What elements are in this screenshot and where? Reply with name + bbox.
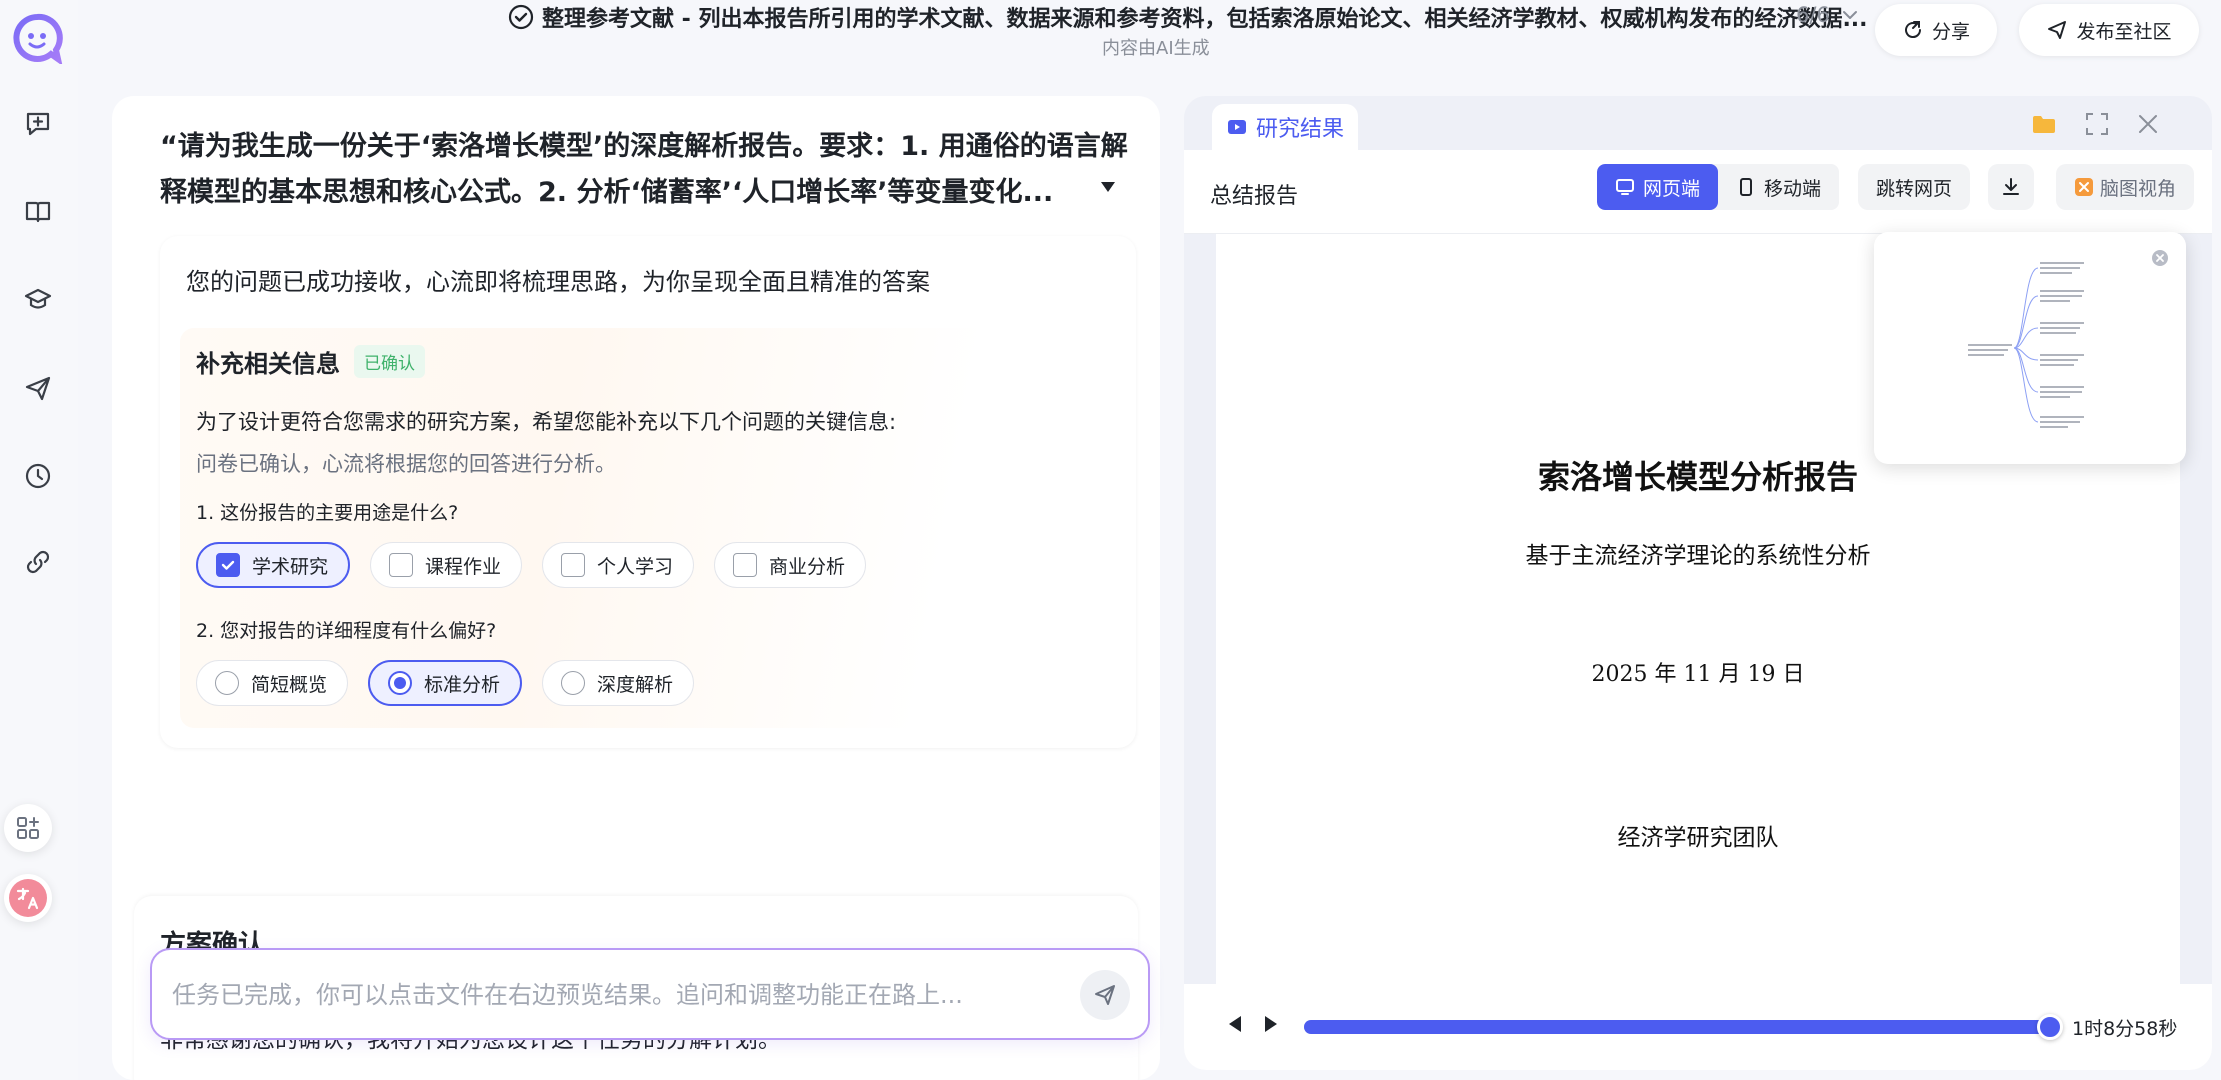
checkbox-icon[interactable] (389, 553, 414, 577)
link-icon[interactable] (18, 542, 58, 582)
download-button[interactable] (1988, 164, 2034, 210)
chat-input[interactable] (172, 974, 1052, 1016)
question-1-label: 1. 这份报告的主要用途是什么? (196, 502, 459, 524)
playback-bar: 1时8分58秒 (1184, 984, 2212, 1070)
send-icon (2048, 21, 2067, 39)
previous-icon[interactable] (1226, 1014, 1244, 1034)
folder-icon[interactable] (2030, 110, 2058, 138)
app-logo-icon[interactable] (11, 12, 63, 66)
progress-handle[interactable] (2037, 1014, 2063, 1040)
option-deep-analysis[interactable]: 深度解析 (542, 660, 695, 706)
share-icon (1905, 21, 1921, 39)
confirmed-badge: 已确认 (354, 345, 425, 378)
question-1-options: 学术研究 课程作业 个人学习 商业分析 (196, 542, 867, 588)
send-icon (1095, 985, 1115, 1005)
progress-fill (1304, 1020, 2050, 1034)
step-counter-text: 6/6 (1796, 3, 1830, 27)
download-icon (2003, 178, 2019, 195)
send-button[interactable] (1080, 970, 1130, 1020)
view-mode-switch: 网页端 移动端 (1597, 164, 1840, 210)
results-window-controls (2030, 110, 2160, 138)
top-bar: 整理参考文献 - 列出本报告所引用的学术文献、数据来源和参考资料，包括索洛原始论… (78, 0, 2221, 72)
translate-icon[interactable] (4, 874, 52, 922)
radio-selected-icon[interactable] (388, 671, 413, 695)
option-business-analysis[interactable]: 商业分析 (714, 542, 867, 588)
option-course-assignment[interactable]: 课程作业 (370, 542, 523, 588)
radio-icon[interactable] (215, 671, 239, 695)
response-card: 您的问题已成功接收，心流即将梳理思路，为你呈现全面且精准的答案 补充相关信息 已… (160, 236, 1136, 748)
publish-community-button[interactable]: 发布至社区 (2019, 4, 2199, 56)
user-query[interactable]: “请为我生成一份关于‘索洛增长模型’的深度解析报告。要求：1. 用通俗的语言解释… (160, 124, 1150, 216)
send-plane-icon[interactable] (18, 368, 58, 408)
playback-controls (1226, 1014, 1280, 1034)
apps-grid-icon[interactable] (4, 804, 52, 852)
mindmap-thumbnail (1968, 262, 2084, 428)
supplement-title: 补充相关信息 (196, 350, 340, 378)
step-title-text: 整理参考文献 - 列出本报告所引用的学术文献、数据来源和参考资料，包括索洛原始论… (542, 7, 1868, 32)
playback-time: 1时8分58秒 (2072, 1018, 2178, 1040)
report-subtitle: 基于主流经济学理论的系统性分析 (1525, 543, 1871, 569)
response-intro: 您的问题已成功接收，心流即将梳理思路，为你呈现全面且精准的答案 (186, 268, 930, 296)
step-counter[interactable]: 6/6 (1796, 3, 1860, 27)
graduation-cap-icon[interactable] (18, 280, 58, 320)
fullscreen-icon[interactable] (2084, 111, 2110, 137)
report-date: 2025 年 11 月 19 日 (1591, 662, 1805, 687)
supplement-info-box: 补充相关信息 已确认 为了设计更符合您需求的研究方案，希望您能补充以下几个问题的… (180, 328, 1116, 728)
share-button[interactable]: 分享 (1875, 4, 1997, 56)
expand-caret-icon[interactable] (1098, 176, 1118, 196)
tab-research-results[interactable]: 研究结果 (1212, 104, 1359, 150)
web-view-button[interactable]: 网页端 (1597, 164, 1719, 210)
summary-report-label: 总结报告 (1210, 184, 1299, 209)
monitor-icon (1616, 179, 1634, 195)
questionnaire-note: 问卷已确认，心流将根据您的回答进行分析。 (196, 452, 616, 476)
results-panel: 研究结果 总结报告 网页端 移动端 跳转网页 脑图视角 索洛增长模型分析报告 基… (1184, 96, 2212, 1070)
option-standard-analysis[interactable]: 标准分析 (368, 660, 523, 706)
video-icon (1228, 120, 1246, 134)
mindmap-icon (2075, 178, 2093, 196)
question-2-options: 简短概览 标准分析 深度解析 (196, 660, 695, 706)
mobile-view-button[interactable]: 移动端 (1718, 164, 1839, 210)
book-icon[interactable] (18, 192, 58, 232)
report-team: 经济学研究团队 (1617, 825, 1779, 851)
playback-progress[interactable] (1304, 1014, 2063, 1040)
next-icon[interactable] (1262, 1014, 1280, 1034)
question-2-label: 2. 您对报告的详细程度有什么偏好? (196, 620, 497, 642)
checkbox-icon[interactable] (561, 553, 586, 577)
ai-generated-note: 内容由AI生成 (1102, 38, 1210, 59)
checkbox-icon[interactable] (733, 553, 758, 577)
check-circle-icon (508, 4, 534, 30)
left-rail (0, 0, 78, 1080)
checkbox-checked-icon[interactable] (216, 553, 240, 577)
chevron-down-icon[interactable] (1840, 5, 1860, 25)
mindmap-view-button[interactable]: 脑图视角 (2056, 164, 2195, 210)
phone-icon (1740, 178, 1753, 196)
supplement-description: 为了设计更符合您需求的研究方案，希望您能补充以下几个问题的关键信息: (196, 410, 897, 434)
option-personal-study[interactable]: 个人学习 (542, 542, 695, 588)
step-title: 整理参考文献 - 列出本报告所引用的学术文献、数据来源和参考资料，包括索洛原始论… (508, 0, 1868, 34)
chat-input-bar (150, 948, 1150, 1040)
results-header: 总结报告 网页端 移动端 跳转网页 脑图视角 (1184, 150, 2212, 234)
new-chat-icon[interactable] (18, 104, 58, 144)
close-icon[interactable] (2136, 112, 2160, 136)
chat-panel: “请为我生成一份关于‘索洛增长模型’的深度解析报告。要求：1. 用通俗的语言解释… (112, 96, 1160, 1080)
option-academic-research[interactable]: 学术研究 (196, 542, 351, 588)
history-clock-icon[interactable] (18, 456, 58, 496)
jump-to-web-button[interactable]: 跳转网页 (1858, 164, 1971, 210)
mindmap-preview[interactable] (1874, 232, 2186, 464)
radio-icon[interactable] (561, 671, 586, 695)
option-brief-overview[interactable]: 简短概览 (196, 660, 349, 706)
